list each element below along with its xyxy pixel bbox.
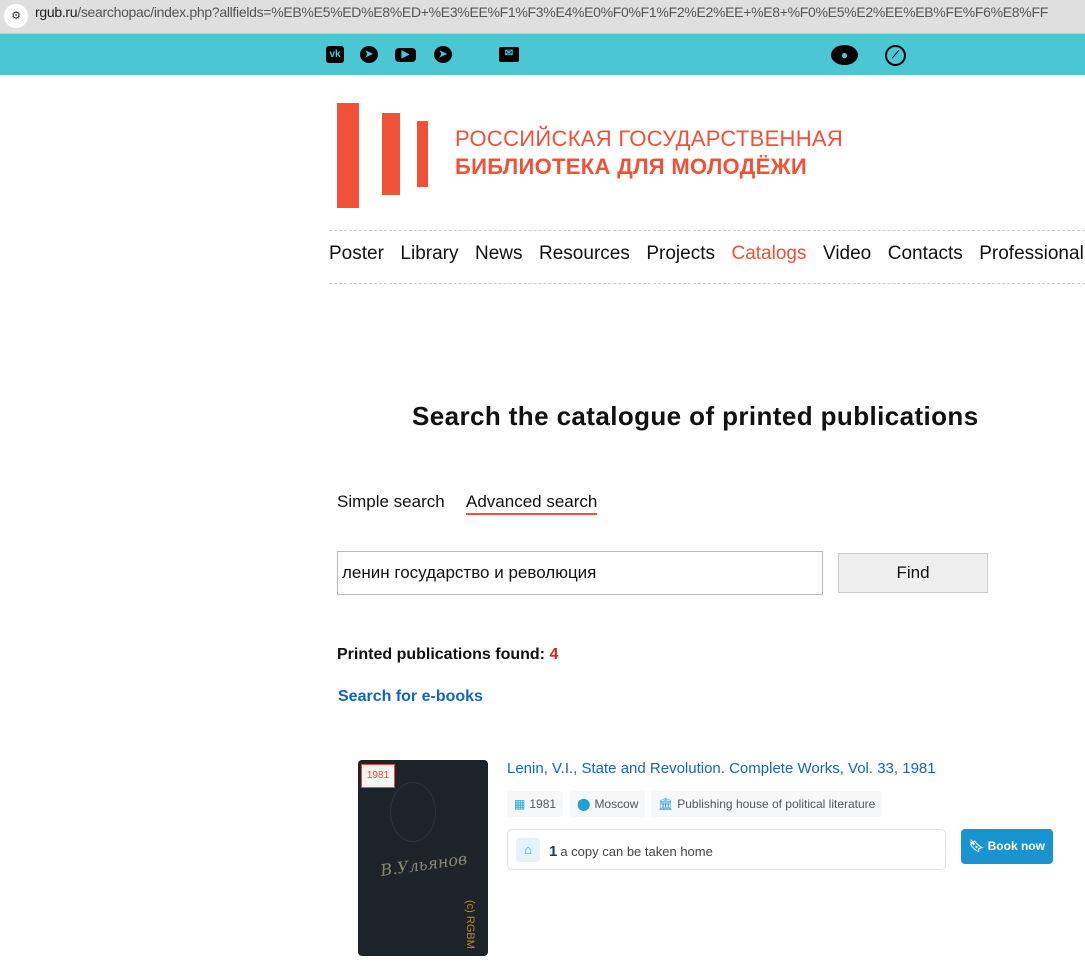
year-value: 1981 bbox=[529, 797, 557, 811]
logo-bar bbox=[337, 103, 359, 208]
results-count-value: 4 bbox=[549, 646, 559, 663]
divider bbox=[329, 283, 1085, 284]
nav-resources[interactable]: Resources bbox=[539, 243, 630, 265]
city-tag: ⬤ Moscow bbox=[570, 791, 646, 817]
bookmark-icon: 🔖︎ bbox=[969, 839, 985, 853]
address-bar[interactable]: ⚙ rgub.ru/searchopac/index.php?allfields… bbox=[0, 0, 1085, 34]
publisher-value: Publishing house of political literature bbox=[677, 797, 876, 811]
telegram-icon[interactable]: ➤ bbox=[360, 46, 378, 63]
nav-news[interactable]: News bbox=[475, 243, 523, 265]
home-icon: ⌂ bbox=[516, 838, 540, 862]
nav-professional[interactable]: Professional bbox=[979, 243, 1084, 265]
nav-catalogs[interactable]: Catalogs bbox=[731, 243, 806, 265]
copies-text: a copy can be taken home bbox=[560, 844, 713, 859]
ebooks-link[interactable]: Search for e-books bbox=[338, 688, 483, 706]
nav-contacts[interactable]: Contacts bbox=[888, 243, 963, 265]
search-input[interactable] bbox=[337, 551, 823, 595]
logo-line1: РОССИЙСКАЯ ГОСУДАРСТВЕННАЯ bbox=[455, 126, 844, 151]
find-button[interactable]: Find bbox=[838, 553, 988, 593]
nav-projects[interactable]: Projects bbox=[646, 243, 715, 265]
logo-bar bbox=[417, 121, 428, 187]
cover-portrait bbox=[390, 782, 436, 842]
vk-icon[interactable]: vk bbox=[326, 46, 344, 63]
institution-icon: 🏛 bbox=[658, 797, 674, 811]
book-cover[interactable]: 1981 В.Ульянов (c) RGBM bbox=[358, 760, 488, 956]
tab-simple-search[interactable]: Simple search bbox=[337, 492, 445, 512]
mail-icon[interactable]: ✉ bbox=[499, 47, 519, 62]
copies-count: 1 bbox=[549, 843, 558, 860]
book-now-label: Book now bbox=[987, 839, 1045, 853]
telegram-icon[interactable]: ➤ bbox=[434, 46, 452, 63]
eye-icon[interactable]: ● bbox=[831, 45, 858, 65]
nav-poster[interactable]: Poster bbox=[329, 243, 384, 265]
tab-advanced-search[interactable]: Advanced search bbox=[466, 492, 598, 515]
publisher-tag: 🏛 Publishing house of political literatur… bbox=[651, 791, 883, 817]
logo-bar bbox=[382, 113, 400, 195]
results-count: Printed publications found: 4 bbox=[337, 646, 558, 664]
calendar-icon: ▦ bbox=[514, 797, 526, 811]
url-host: rgub.ru bbox=[35, 4, 78, 20]
result-title-link[interactable]: Lenin, V.I., State and Revolution. Compl… bbox=[507, 760, 936, 777]
logo-line2: БИБЛИОТЕКА ДЛЯ МОЛОДЁЖИ bbox=[455, 154, 807, 179]
cover-signature: В.Ульянов bbox=[379, 849, 469, 880]
page-title: Search the catalogue of printed publicat… bbox=[412, 401, 979, 431]
year-tag: ▦ 1981 bbox=[507, 791, 564, 817]
nav-video[interactable]: Video bbox=[823, 243, 871, 265]
results-count-label: Printed publications found: bbox=[337, 646, 545, 663]
cover-watermark: (c) RGBM bbox=[464, 900, 476, 949]
site-settings-icon[interactable]: ⚙ bbox=[4, 4, 28, 28]
map-marker-icon: ⬤ bbox=[577, 797, 591, 811]
book-now-button[interactable]: 🔖︎ Book now bbox=[961, 829, 1053, 864]
cover-year-badge: 1981 bbox=[361, 764, 395, 788]
compass-icon[interactable]: ⟋ bbox=[885, 45, 906, 66]
youtube-icon[interactable]: ▶ bbox=[395, 48, 416, 62]
main-nav: Poster Library News Resources Projects C… bbox=[329, 243, 1084, 265]
city-value: Moscow bbox=[594, 797, 639, 811]
url-text[interactable]: rgub.ru/searchopac/index.php?allfields=%… bbox=[35, 4, 1048, 20]
url-path: /searchopac/index.php?allfields=%EB%E5%E… bbox=[77, 4, 1048, 20]
nav-library[interactable]: Library bbox=[400, 243, 458, 265]
availability-box: ⌂ 1a copy can be taken home bbox=[507, 829, 946, 870]
top-bar: vk ➤ ▶ ➤ ✉ ● ⟋ bbox=[0, 34, 1085, 75]
divider bbox=[329, 230, 1085, 231]
